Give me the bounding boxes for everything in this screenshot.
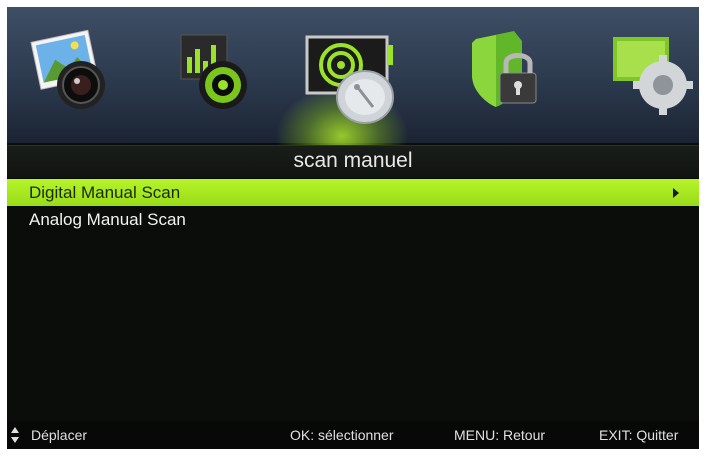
lock-menu-tab[interactable] bbox=[462, 27, 554, 119]
move-hint: Déplacer bbox=[31, 427, 88, 443]
picture-icon bbox=[30, 29, 105, 109]
sound-icon bbox=[180, 34, 247, 109]
up-down-arrow-icon bbox=[11, 427, 19, 443]
settings-icon bbox=[613, 37, 693, 115]
menu-item-label: Analog Manual Scan bbox=[29, 210, 186, 229]
menu-item-label: Digital Manual Scan bbox=[29, 183, 181, 202]
digital-manual-scan-item[interactable]: Digital Manual Scan bbox=[7, 179, 699, 206]
footer-hints: Déplacer OK: sélectionner MENU: Retour E… bbox=[7, 421, 699, 449]
tv-osd-screen: scan manuel Digital Manual Scan Analog M… bbox=[7, 7, 699, 449]
channel-menu-tab[interactable] bbox=[299, 19, 411, 131]
menu-category-bar bbox=[7, 7, 699, 157]
picture-menu-tab[interactable] bbox=[29, 27, 121, 119]
analog-manual-scan-item[interactable]: Analog Manual Scan bbox=[7, 206, 699, 233]
channel-scan-icon bbox=[305, 35, 394, 124]
menu-back-hint: MENU: Retour bbox=[454, 427, 546, 443]
menu-title: scan manuel bbox=[7, 145, 699, 178]
exit-hint: EXIT: Quitter bbox=[599, 427, 679, 443]
scan-menu-list: Digital Manual Scan Analog Manual Scan bbox=[7, 179, 699, 233]
sound-menu-tab[interactable] bbox=[175, 27, 267, 119]
ok-hint: OK: sélectionner bbox=[290, 427, 394, 443]
lock-icon bbox=[472, 31, 537, 107]
submenu-arrow-icon bbox=[673, 188, 679, 198]
settings-menu-tab[interactable] bbox=[607, 27, 699, 119]
